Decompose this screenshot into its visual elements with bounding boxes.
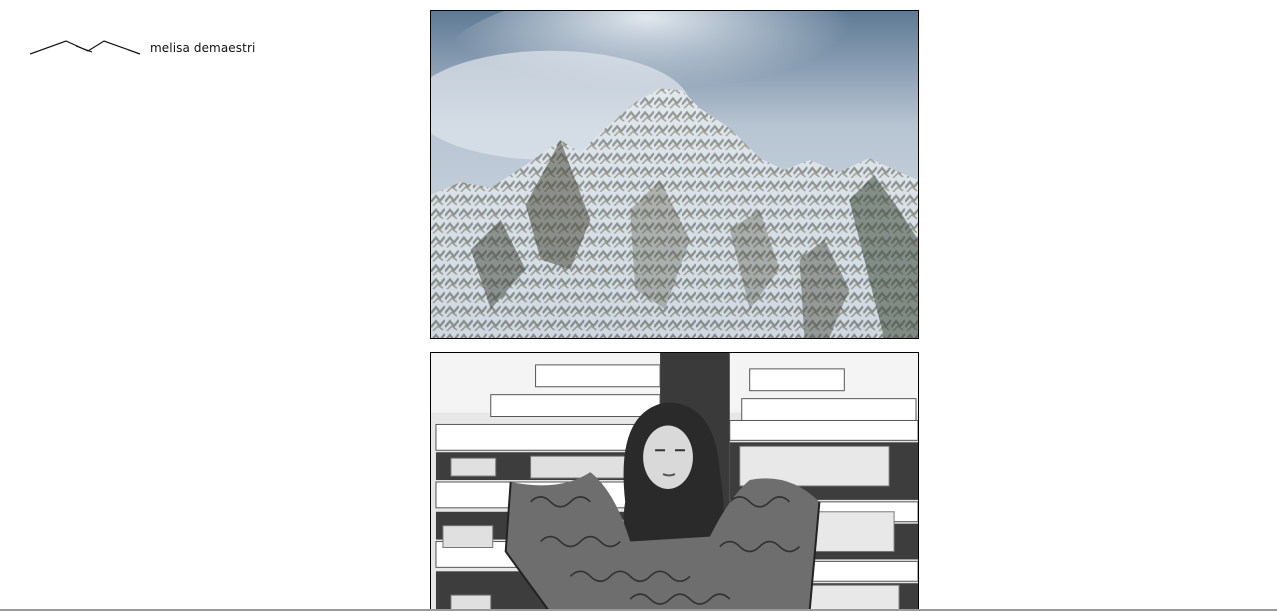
mountain-photo-image bbox=[431, 11, 918, 338]
home-logo-link[interactable]: melisa demaestri bbox=[30, 38, 255, 58]
portrait-photo-image bbox=[431, 353, 918, 611]
page: melisa demaestri bbox=[0, 0, 1277, 611]
portrait-photo[interactable] bbox=[430, 352, 919, 611]
mountain-photo[interactable] bbox=[430, 10, 919, 339]
site-title: melisa demaestri bbox=[150, 41, 256, 55]
mountain-outline-logo-icon bbox=[30, 40, 141, 55]
